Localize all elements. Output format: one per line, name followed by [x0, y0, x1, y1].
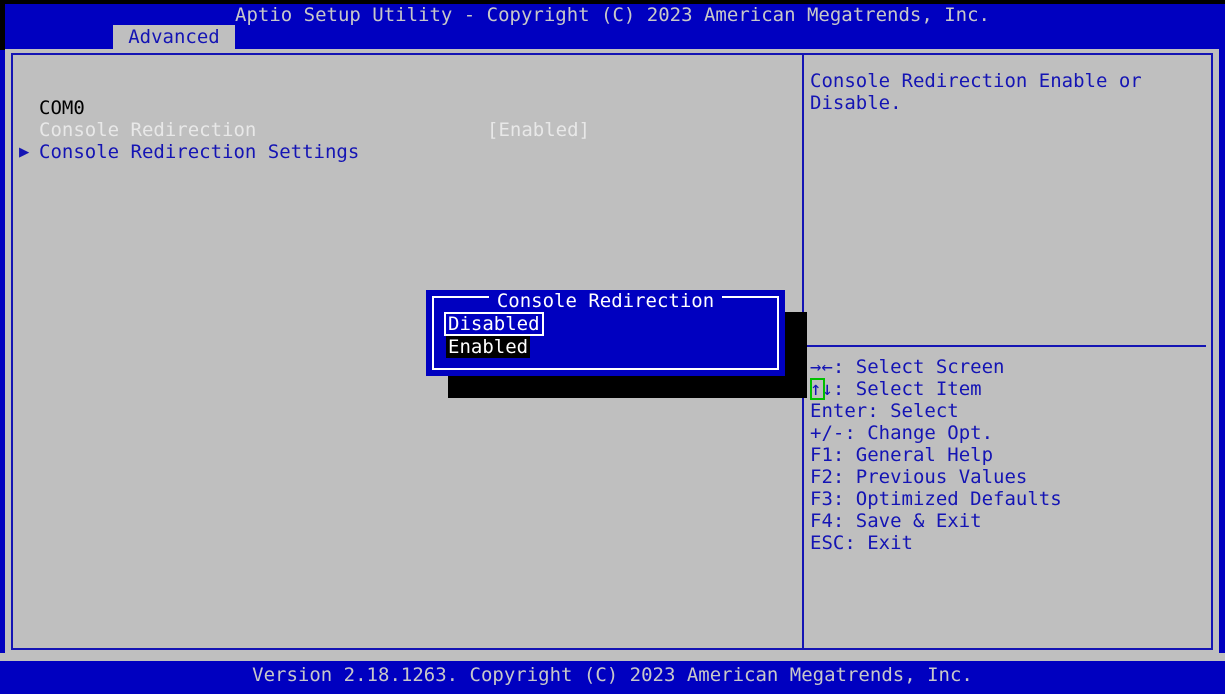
- help-key-esc: ESC: Exit: [810, 532, 913, 554]
- help-key-f4: F4: Save & Exit: [810, 510, 982, 532]
- help-key-f2: F2: Previous Values: [810, 466, 1028, 488]
- settings-row-console-redirection-settings[interactable]: ▶ Console Redirection Settings: [13, 141, 773, 163]
- help-key-label: : Select Item: [832, 378, 982, 400]
- dialog-option-disabled[interactable]: Disabled: [444, 312, 544, 336]
- console-redirection-dialog[interactable]: Console Redirection Disabled Enabled: [426, 290, 785, 376]
- settings-row-label: Console Redirection: [39, 119, 257, 141]
- arrow-left-right-icon: →←: [810, 356, 833, 378]
- help-key-select-item: ↑↓: Select Item: [810, 378, 982, 400]
- help-separator: [806, 345, 1206, 347]
- bios-setup-screen: Aptio Setup Utility - Copyright (C) 2023…: [0, 0, 1225, 694]
- submenu-arrow-icon: ▶: [19, 142, 30, 162]
- help-key-f3: F3: Optimized Defaults: [810, 488, 1062, 510]
- settings-row-value: [Enabled]: [487, 119, 590, 141]
- settings-group-label: COM0: [39, 97, 85, 119]
- dialog-title-text: Console Redirection: [488, 290, 723, 312]
- dialog-title: Console Redirection: [426, 290, 785, 312]
- arrow-up-down-icon: ↑↓: [810, 378, 833, 400]
- bottom-grey-strip: [0, 653, 1225, 661]
- help-key-f1: F1: General Help: [810, 444, 994, 466]
- settings-group-com0: COM0: [13, 97, 85, 119]
- page-title: Aptio Setup Utility - Copyright (C) 2023…: [235, 4, 990, 26]
- tab-bar: Advanced: [0, 25, 1225, 49]
- help-key-enter: Enter: Select: [810, 400, 959, 422]
- help-key-change-opt: +/-: Change Opt.: [810, 422, 994, 444]
- help-panel: Console Redirection Enable or Disable. →…: [806, 55, 1213, 648]
- help-key-label: : Select Screen: [832, 356, 1005, 378]
- settings-row-label: Console Redirection Settings: [39, 141, 360, 163]
- settings-row-console-redirection[interactable]: Console Redirection [Enabled]: [13, 119, 773, 141]
- dialog-option-enabled[interactable]: Enabled: [446, 336, 531, 358]
- help-description: Console Redirection Enable or Disable.: [810, 70, 1142, 114]
- tab-advanced[interactable]: Advanced: [113, 25, 235, 49]
- footer-version: Version 2.18.1263. Copyright (C) 2023 Am…: [0, 661, 1225, 694]
- help-key-select-screen: →←: Select Screen: [810, 356, 1004, 378]
